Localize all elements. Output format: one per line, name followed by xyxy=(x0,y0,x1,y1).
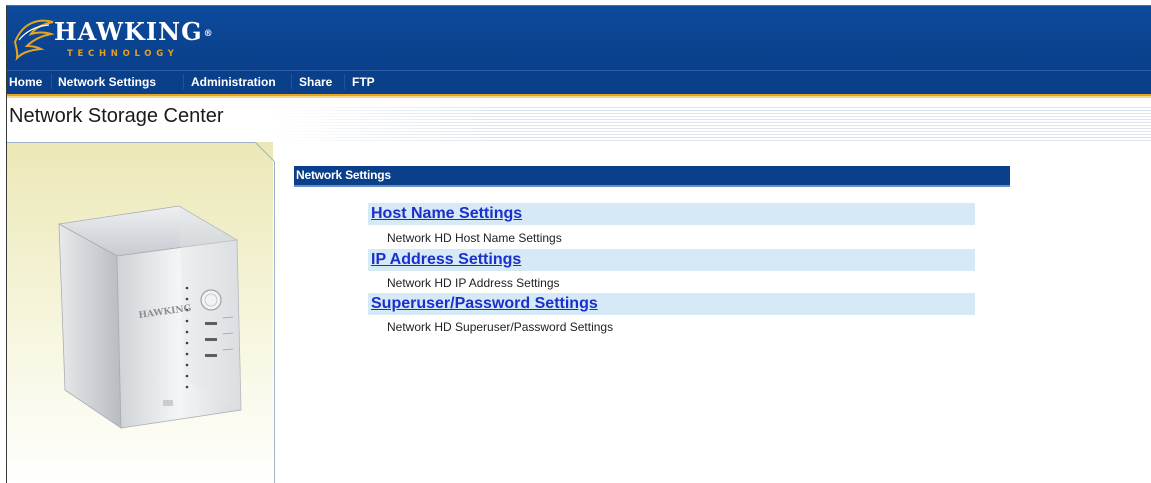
superuser-password-settings-link[interactable]: Superuser/Password Settings xyxy=(371,295,598,313)
link-bar-superuser: Superuser/Password Settings xyxy=(368,293,975,315)
brand-subtitle: TECHNOLOGY xyxy=(67,49,179,59)
sidebar-border-corner xyxy=(255,142,275,162)
title-stripes-fade xyxy=(269,105,489,143)
sidebar-border-top xyxy=(7,142,255,143)
host-name-settings-link[interactable]: Host Name Settings xyxy=(371,205,522,223)
main-nav: Home Network Settings Administration Sha… xyxy=(7,70,1151,94)
superuser-password-settings-description: Network HD Superuser/Password Settings xyxy=(387,320,614,334)
network-storage-device-image: HAWKING xyxy=(57,205,242,429)
hawking-logo[interactable]: HAWKING® TECHNOLOGY xyxy=(9,12,213,64)
nav-divider xyxy=(344,74,345,89)
nav-network-settings[interactable]: Network Settings xyxy=(58,75,156,89)
ip-address-settings-description: Network HD IP Address Settings xyxy=(387,276,560,290)
nav-accent-line-light xyxy=(7,96,1151,98)
link-bar-host-name: Host Name Settings xyxy=(368,203,975,225)
ip-address-settings-link[interactable]: IP Address Settings xyxy=(371,251,521,269)
header-banner: HAWKING® TECHNOLOGY xyxy=(7,6,1151,70)
link-bar-ip-address: IP Address Settings xyxy=(368,249,975,271)
nav-share[interactable]: Share xyxy=(299,75,332,89)
nav-home[interactable]: Home xyxy=(9,75,42,89)
nav-divider xyxy=(183,74,184,89)
host-name-settings-description: Network HD Host Name Settings xyxy=(387,231,562,245)
nav-divider xyxy=(291,74,292,89)
page-title: Network Storage Center xyxy=(9,105,224,127)
browser-page: HAWKING® TECHNOLOGY Home Network Setting… xyxy=(6,5,1151,483)
brand-name: HAWKING® xyxy=(54,17,214,46)
nav-divider xyxy=(51,74,52,89)
nav-ftp[interactable]: FTP xyxy=(352,75,375,89)
section-header: Network Settings xyxy=(294,166,1010,187)
sidebar-border-right xyxy=(274,161,275,483)
nav-administration[interactable]: Administration xyxy=(191,75,276,89)
section-title: Network Settings xyxy=(296,168,391,182)
